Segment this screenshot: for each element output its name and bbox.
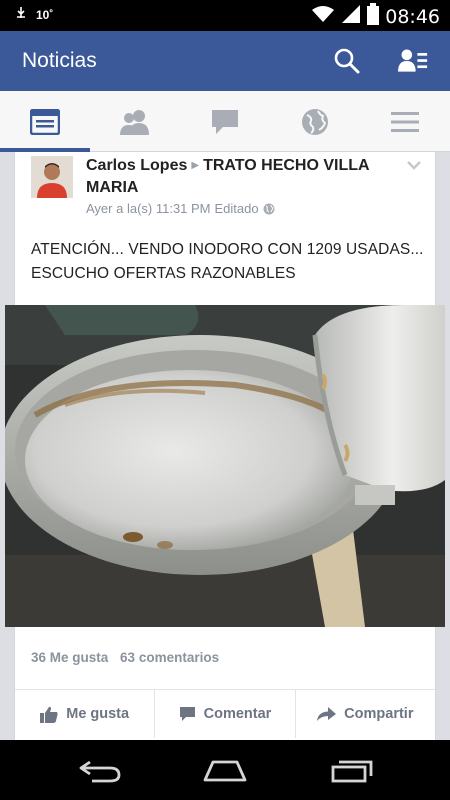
- tab-friend-requests[interactable]: [90, 91, 180, 152]
- author-name[interactable]: Carlos Lopes: [86, 157, 187, 174]
- home-button[interactable]: [200, 754, 250, 788]
- share-button[interactable]: Compartir: [296, 690, 435, 738]
- tab-news-feed[interactable]: [0, 91, 90, 152]
- arrow-right-icon: ▶: [191, 160, 200, 171]
- tab-more[interactable]: [360, 91, 450, 152]
- wifi-icon: [311, 4, 335, 29]
- back-icon: [79, 760, 121, 783]
- notification-text: 10˚: [36, 7, 54, 22]
- public-globe-icon: [263, 203, 275, 214]
- toilet-photo: [5, 305, 445, 627]
- post-photo[interactable]: [5, 305, 445, 627]
- back-button[interactable]: [75, 754, 125, 788]
- friends-icon: [120, 109, 149, 135]
- comments-count[interactable]: 63 comentarios: [120, 650, 219, 665]
- tab-bar: [0, 91, 450, 152]
- app-bar: Noticias: [0, 31, 450, 91]
- share-arrow-icon: [317, 707, 337, 721]
- battery-icon: [367, 3, 380, 30]
- signal-icon: [341, 4, 361, 29]
- profile-photo: [31, 156, 73, 198]
- like-label: Me gusta: [66, 706, 130, 722]
- like-button[interactable]: Me gusta: [15, 690, 156, 738]
- tab-messages[interactable]: [180, 91, 270, 152]
- share-label: Compartir: [344, 706, 414, 722]
- menu-icon: [391, 111, 419, 132]
- comment-icon: [179, 707, 195, 721]
- news-feed-icon: [30, 108, 60, 135]
- system-nav-bar: [0, 740, 450, 800]
- search-button[interactable]: [332, 46, 362, 76]
- comment-button[interactable]: Comentar: [155, 690, 296, 738]
- comment-label: Comentar: [203, 706, 272, 722]
- recents-button[interactable]: [326, 754, 376, 788]
- post-timestamp[interactable]: Ayer a la(s) 11:31 PM: [86, 201, 211, 216]
- thumbs-up-icon: [40, 706, 58, 723]
- edited-label[interactable]: Editado: [215, 201, 259, 216]
- friends-list-button[interactable]: [398, 46, 428, 76]
- chat-bubble-icon: [212, 109, 238, 134]
- post-actions: Me gusta Comentar Compartir: [15, 690, 435, 738]
- globe-icon: [302, 108, 328, 135]
- recents-icon: [331, 760, 373, 783]
- post-counts: 36 Me gusta 63 comentarios: [31, 650, 227, 665]
- status-bar: 10˚ 08:46: [0, 0, 450, 31]
- status-right: 08:46: [311, 3, 440, 30]
- clock: 08:46: [385, 5, 440, 28]
- likes-count[interactable]: 36 Me gusta: [31, 650, 108, 665]
- search-icon: [334, 48, 360, 74]
- avatar[interactable]: [31, 156, 73, 198]
- home-icon: [203, 760, 247, 782]
- post-text: ATENCIÓN... VENDO INODORO CON 1209 USADA…: [31, 241, 424, 282]
- post-header: Carlos Lopes ▶ TRATO HECHO VILLA MARIA: [86, 155, 406, 199]
- tab-notifications[interactable]: [270, 91, 360, 152]
- chevron-down-icon: [407, 161, 421, 170]
- person-list-icon: [398, 49, 428, 72]
- usb-icon: [14, 6, 28, 23]
- post-options-button[interactable]: [407, 158, 421, 176]
- page-title: Noticias: [22, 49, 97, 72]
- post-meta: Ayer a la(s) 11:31 PM Editado: [86, 201, 275, 216]
- status-left: 10˚: [14, 6, 53, 23]
